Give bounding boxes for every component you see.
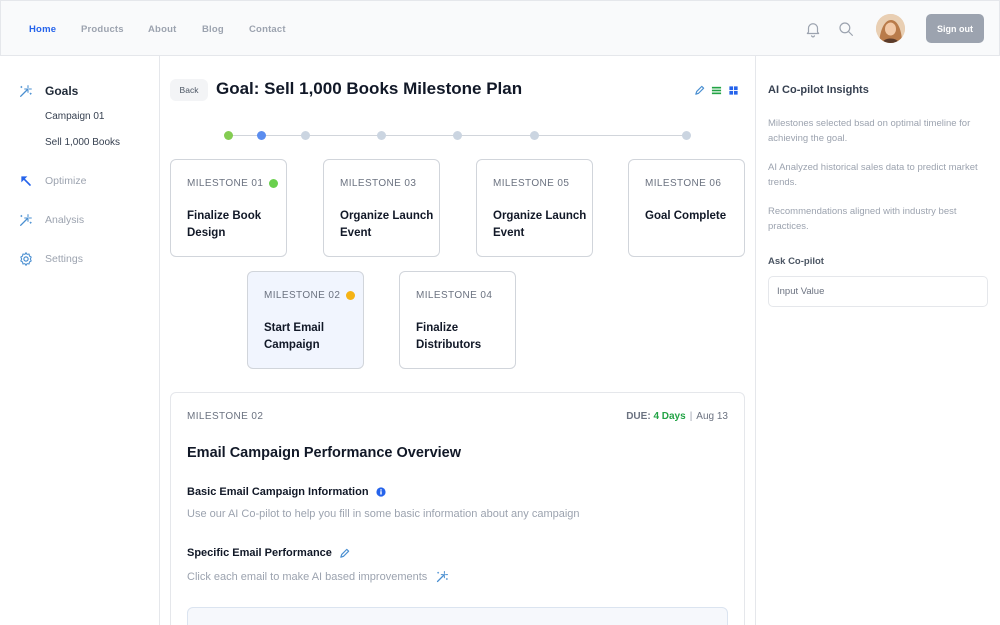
due-separator: | — [689, 411, 693, 422]
back-button[interactable]: Back — [170, 79, 208, 101]
section-text-basic-info: Use our AI Co-pilot to help you fill in … — [187, 508, 580, 520]
milestone-title: Organize Launch Event — [340, 210, 434, 239]
sidebar-item-label: Analysis — [45, 214, 85, 226]
section-text-email-performance: Click each email to make AI based improv… — [187, 569, 450, 584]
arrow-up-left-icon — [21, 176, 31, 186]
bell-icon[interactable] — [804, 20, 822, 38]
page-title: Goal: Sell 1,000 Books Milestone Plan — [216, 79, 523, 98]
nav-about[interactable]: About — [148, 24, 176, 35]
sidebar-item-label: Goals — [45, 84, 79, 98]
email-list-box[interactable] — [187, 607, 728, 625]
sidebar-item-optimize[interactable]: Optimize — [18, 173, 86, 189]
gear-icon — [20, 252, 32, 266]
timeline-dot — [301, 131, 310, 140]
section-text: Click each email to make AI based improv… — [187, 570, 428, 583]
milestone-card-02[interactable]: MILESTONE 02 Start Email Campaign — [247, 271, 364, 369]
due-date: Aug 13 — [696, 411, 728, 422]
grid-icon[interactable] — [728, 85, 739, 96]
timeline-dot — [224, 131, 233, 140]
sidebar: Goals Campaign 01 Sell 1,000 Books Optim… — [0, 56, 160, 625]
milestone-card-01[interactable]: MILESTONE 01 Finalize Book Design — [170, 159, 287, 257]
avatar-image — [876, 14, 905, 43]
insight-text: AI Analyzed historical sales data to pre… — [768, 162, 978, 188]
ask-copilot-label: Ask Co-pilot — [768, 256, 824, 267]
insight-text: Milestones selected bsad on optimal time… — [768, 118, 971, 144]
section-text: Use our AI Co-pilot to help you fill in … — [187, 508, 580, 520]
copilot-panel: AI Co-pilot Insights Milestones selected… — [755, 56, 1000, 625]
magic-wand-icon[interactable] — [435, 569, 450, 584]
info-icon[interactable] — [375, 487, 386, 497]
milestone-label: MILESTONE 02 — [264, 290, 341, 301]
magic-wand-icon — [20, 85, 32, 97]
milestone-title: Goal Complete — [645, 210, 727, 222]
search-icon[interactable] — [837, 20, 855, 38]
milestone-card-04[interactable]: MILESTONE 04 Finalize Distributors — [399, 271, 516, 369]
milestone-detail-panel: MILESTONE 02 DUE: 4 Days | Aug 13 Email Ca… — [170, 392, 745, 625]
magic-wand-icon — [20, 214, 32, 226]
section-heading-basic-info: Basic Email Campaign Information — [187, 486, 386, 498]
timeline-dot — [257, 131, 266, 140]
sign-out-button[interactable]: Sign out — [926, 14, 984, 43]
milestone-title: Start Email Campaign — [264, 322, 325, 351]
milestone-title: Organize Launch Event — [493, 210, 587, 239]
sidebar-subitem-sell-books[interactable]: Sell 1,000 Books — [45, 137, 120, 148]
sidebar-item-label: Optimize — [45, 175, 87, 187]
milestone-title: Finalize Book Design — [187, 210, 262, 239]
due-info: DUE: 4 Days | Aug 13 — [626, 411, 728, 422]
sidebar-item-settings[interactable]: Settings — [18, 251, 83, 267]
section-heading-text: Basic Email Campaign Information — [187, 486, 369, 498]
avatar[interactable] — [876, 14, 905, 43]
due-days: 4 Days — [653, 411, 686, 422]
pencil-icon[interactable] — [339, 548, 350, 559]
sidebar-item-label: Settings — [45, 253, 83, 265]
milestone-label: MILESTONE 06 — [645, 178, 722, 189]
milestone-label: MILESTONE 01 — [187, 178, 264, 189]
timeline-dot — [377, 131, 386, 140]
milestone-card-06[interactable]: MILESTONE 06 Goal Complete — [628, 159, 745, 257]
status-dot — [269, 179, 279, 188]
milestone-card-05[interactable]: MILESTONE 05 Organize Launch Event — [476, 159, 593, 257]
milestone-label: MILESTONE 03 — [340, 178, 417, 189]
top-navbar: Home Products About Blog Contact Sign ou… — [0, 0, 1000, 56]
sidebar-item-analysis[interactable]: Analysis — [18, 212, 84, 228]
timeline-dot — [682, 131, 691, 140]
insight-text: Recommendations aligned with industry be… — [768, 206, 957, 232]
nav-home[interactable]: Home — [29, 24, 56, 35]
detail-title: Email Campaign Performance Overview — [187, 445, 461, 461]
milestone-label: MILESTONE 05 — [493, 178, 570, 189]
ask-copilot-input[interactable] — [768, 276, 988, 307]
milestone-card-03[interactable]: MILESTONE 03 Organize Launch Event — [323, 159, 440, 257]
status-dot — [346, 291, 356, 300]
section-heading-email-performance: Specific Email Performance — [187, 547, 350, 559]
detail-milestone-label: MILESTONE 02 — [187, 411, 264, 422]
sidebar-subitem-campaign[interactable]: Campaign 01 — [45, 111, 104, 122]
timeline-dot — [530, 131, 539, 140]
milestone-label: MILESTONE 04 — [416, 290, 493, 301]
section-heading-text: Specific Email Performance — [187, 547, 332, 559]
nav-blog[interactable]: Blog — [202, 24, 224, 35]
list-icon[interactable] — [711, 85, 722, 96]
due-label: DUE: — [626, 411, 651, 422]
copilot-title: AI Co-pilot Insights — [768, 84, 869, 96]
nav-products[interactable]: Products — [81, 24, 124, 35]
sidebar-item-goals[interactable]: Goals — [18, 83, 78, 99]
nav-contact[interactable]: Contact — [249, 24, 286, 35]
pencil-icon[interactable] — [694, 85, 705, 96]
timeline-dot — [453, 131, 462, 140]
milestone-title: Finalize Distributors — [416, 322, 482, 351]
